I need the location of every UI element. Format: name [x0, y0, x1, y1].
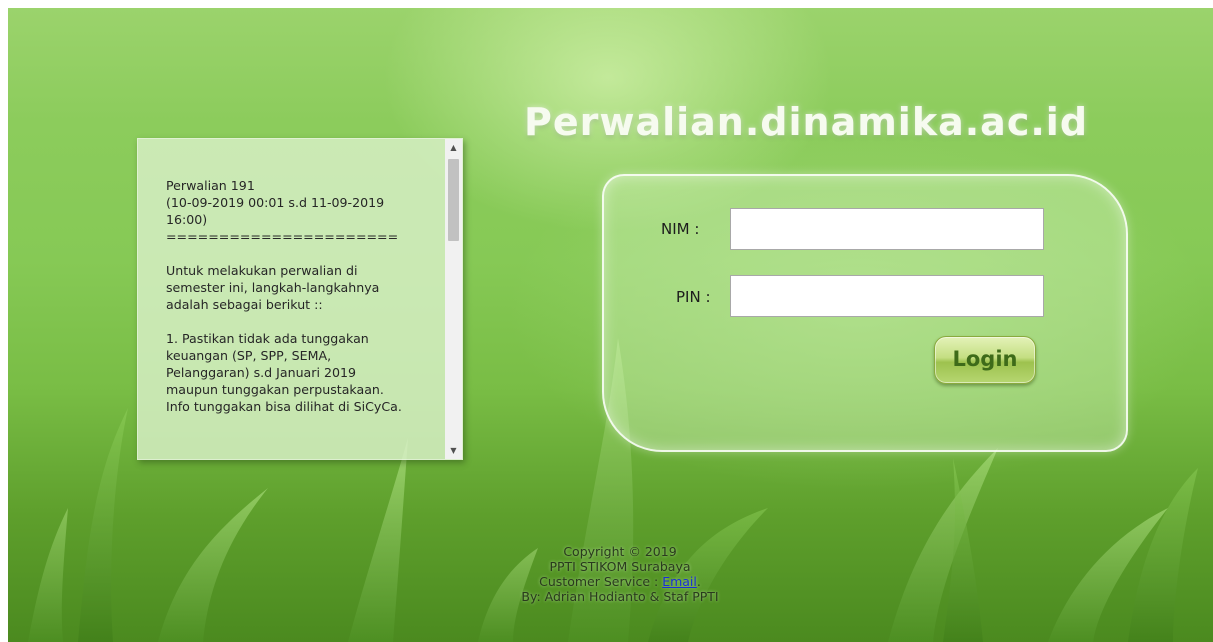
footer-customer-service: Customer Service : Email. — [478, 574, 762, 589]
pin-input[interactable] — [730, 275, 1044, 317]
email-link[interactable]: Email — [662, 574, 697, 589]
scroll-up-arrow-icon[interactable]: ▲ — [445, 139, 462, 156]
footer: Copyright © 2019 PPTI STIKOM Surabaya Cu… — [478, 544, 762, 604]
scroll-thumb[interactable] — [448, 159, 459, 241]
nim-input[interactable] — [730, 208, 1044, 250]
info-text: Perwalian 191 (10-09-2019 00:01 s.d 11-0… — [166, 178, 402, 414]
pin-label: PIN : — [676, 288, 711, 306]
login-box: NIM : PIN : Login — [602, 174, 1128, 452]
info-panel[interactable]: Perwalian 191 (10-09-2019 00:01 s.d 11-0… — [137, 138, 463, 460]
footer-credits: By: Adrian Hodianto & Staf PPTI — [521, 589, 719, 604]
footer-copyright: Copyright © 2019 — [563, 544, 677, 559]
footer-cs-prefix: Customer Service : — [539, 574, 663, 589]
footer-cs-suffix: . — [696, 574, 701, 589]
footer-org: PPTI STIKOM Surabaya — [549, 559, 691, 574]
page-background: Perwalian.dinamika.ac.id Perwalian 191 (… — [8, 8, 1213, 642]
info-panel-scrollbar[interactable]: ▲ ▼ — [445, 139, 462, 459]
site-title: Perwalian.dinamika.ac.id — [524, 100, 1089, 144]
nim-label: NIM : — [661, 220, 700, 238]
scroll-down-arrow-icon[interactable]: ▼ — [445, 442, 462, 459]
login-button[interactable]: Login — [934, 336, 1036, 384]
